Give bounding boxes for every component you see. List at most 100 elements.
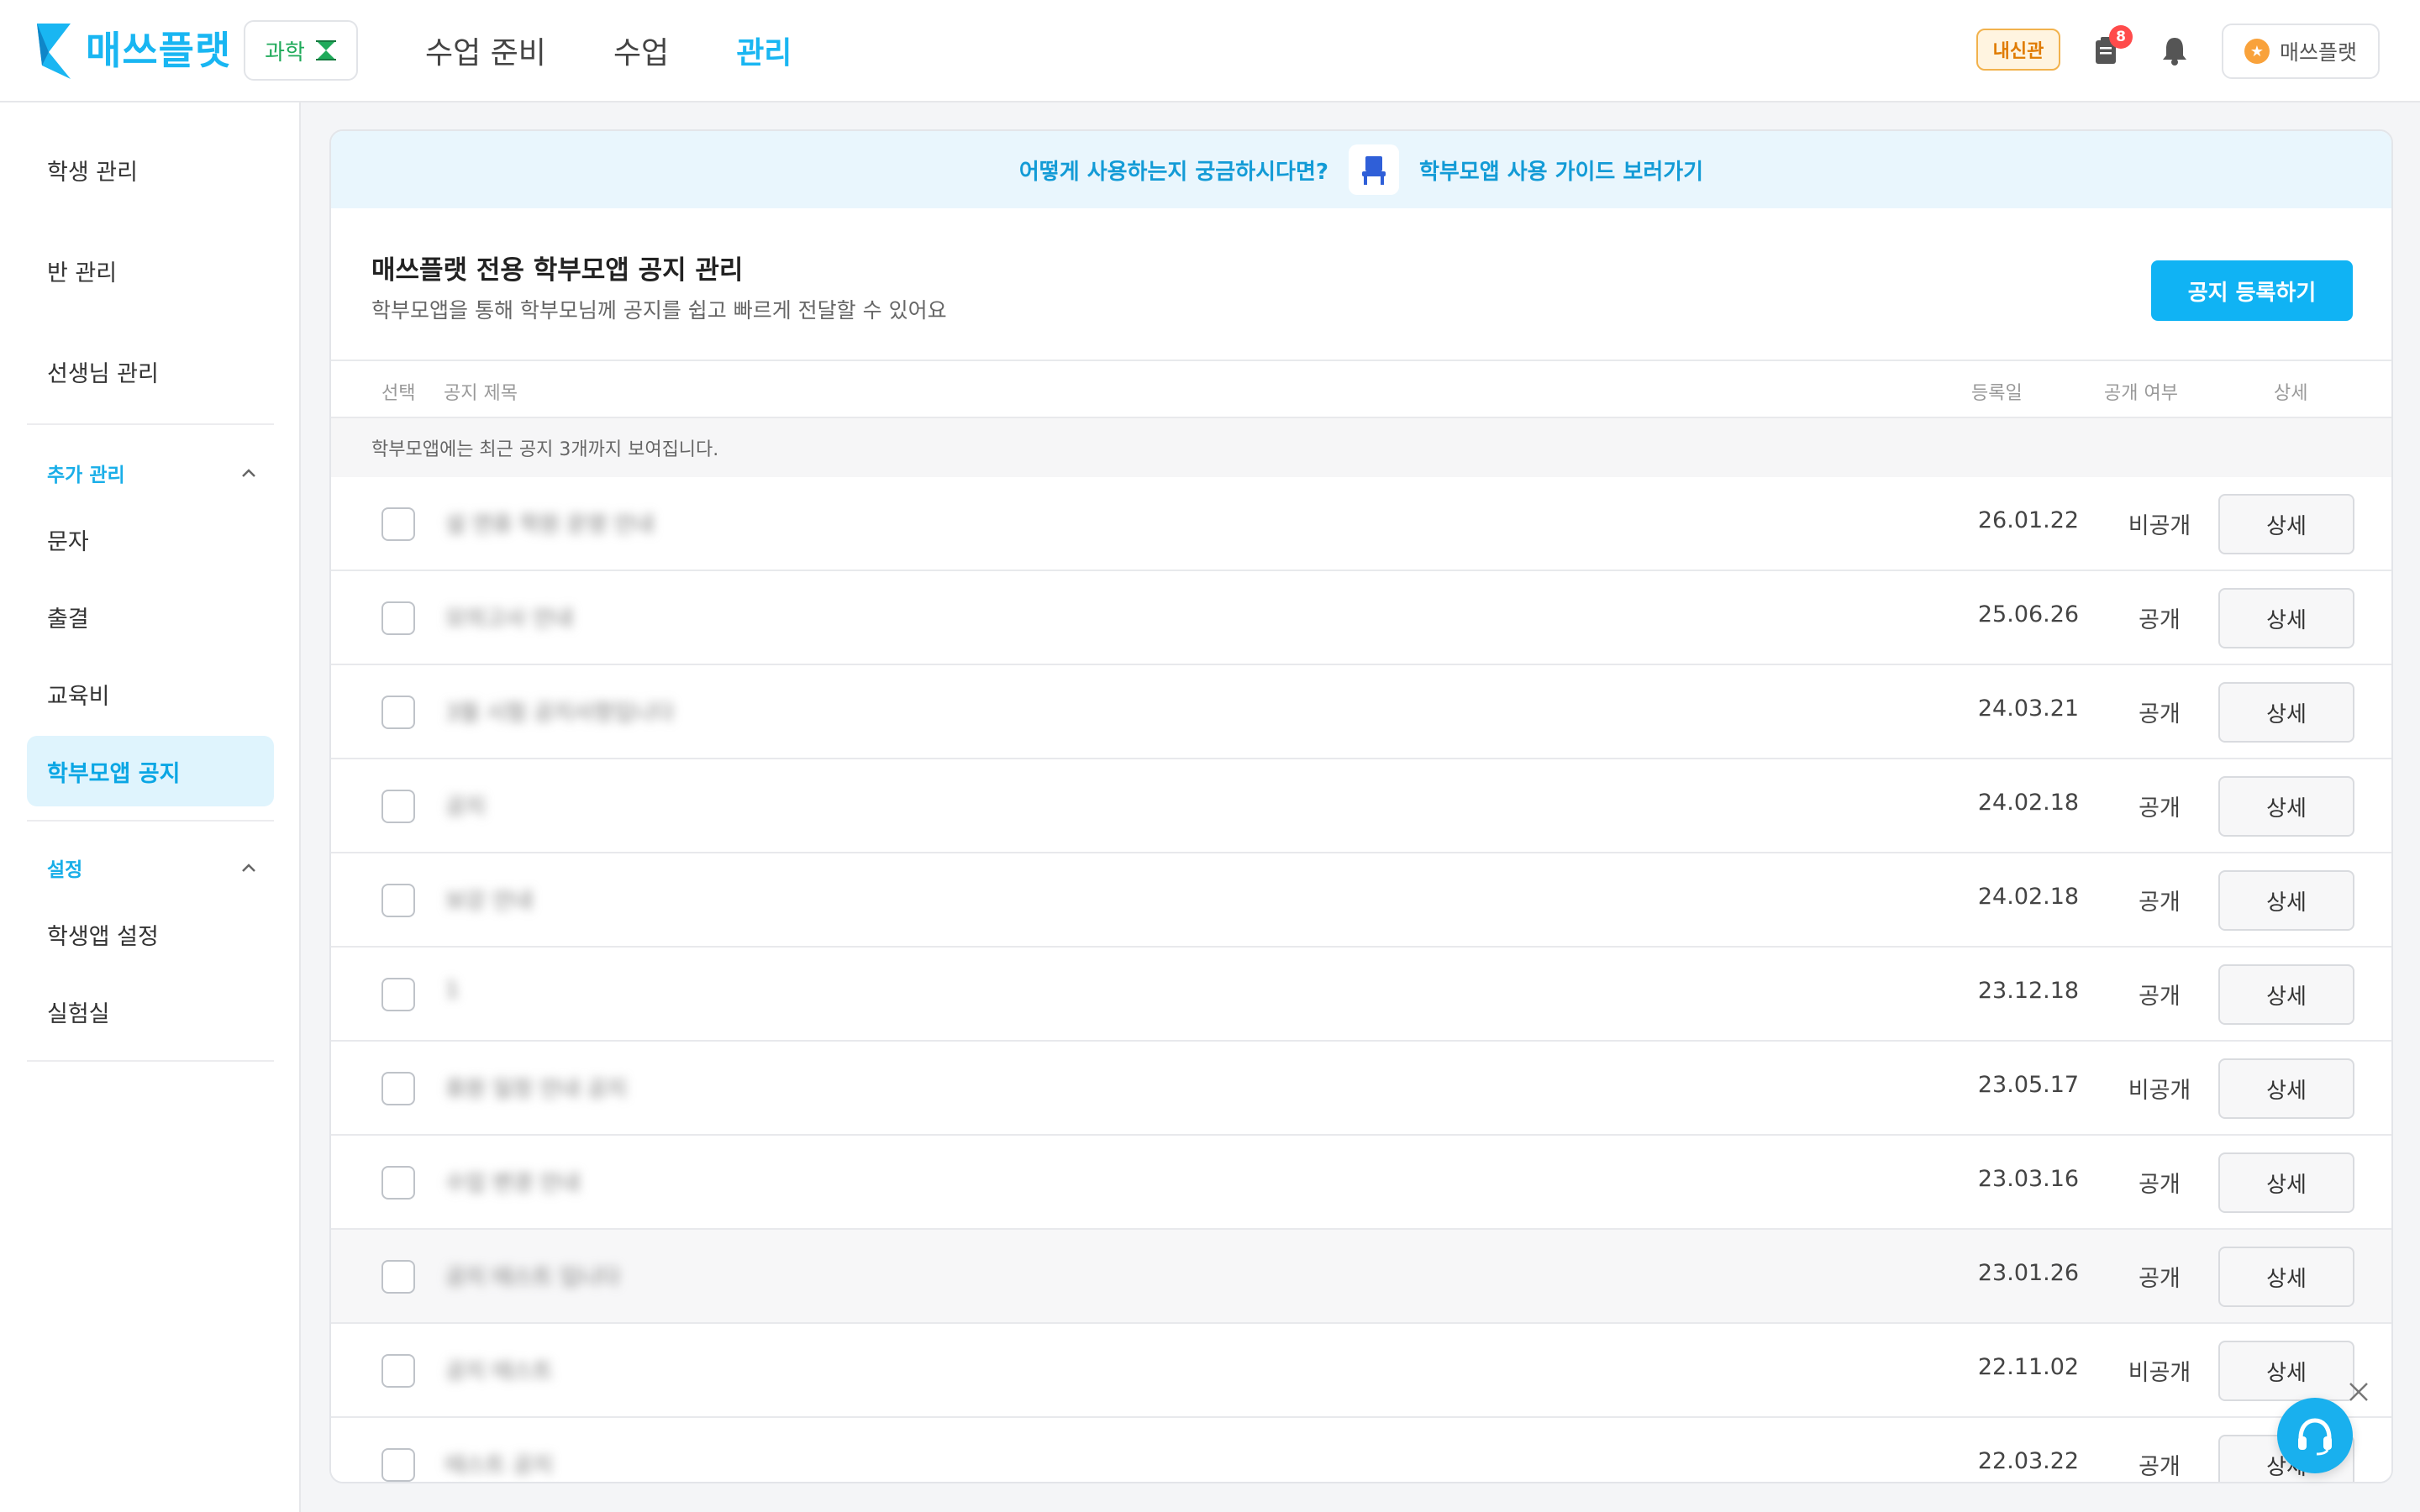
table-row[interactable]: 3월 시험 공지사항입니다 24.03.21 공개 상세	[331, 665, 2391, 759]
detail-button[interactable]: 상세	[2218, 964, 2354, 1025]
row-date: 22.03.22	[1977, 1448, 2080, 1474]
sidebar-divider	[27, 423, 274, 425]
brand-name[interactable]: 매쓰플랫	[86, 25, 231, 76]
detail-button[interactable]: 상세	[2218, 1058, 2354, 1119]
table-row[interactable]: 테스트 공지 22.03.22 공개 상세	[331, 1418, 2391, 1482]
table-row[interactable]: 수업 변경 안내 23.03.16 공개 상세	[331, 1136, 2391, 1230]
table-row[interactable]: 모의고사 안내 25.06.26 공개 상세	[331, 571, 2391, 665]
row-checkbox[interactable]	[381, 696, 415, 729]
row-date: 23.12.18	[1977, 978, 2080, 1004]
row-title[interactable]: 휴원 일정 안내 공지	[445, 1072, 627, 1103]
table-row[interactable]: 설 연휴 학원 운영 안내 26.01.22 비공개 상세	[331, 477, 2391, 571]
bell-icon[interactable]	[2158, 34, 2191, 67]
sidebar-item-teachers[interactable]: 선생님 관리	[27, 336, 274, 407]
close-icon[interactable]	[2346, 1379, 2371, 1404]
row-checkbox[interactable]	[381, 884, 415, 917]
row-date: 22.11.02	[1977, 1354, 2080, 1380]
column-date[interactable]: 등록일	[1971, 378, 2023, 405]
sidebar-group-settings-label: 설정	[47, 859, 83, 881]
guide-link[interactable]: 학부모앱 사용 가이드 보러가기	[1419, 155, 1703, 186]
sidebar-item-attendance[interactable]: 출결	[27, 581, 274, 652]
row-title[interactable]: 1	[445, 978, 460, 1003]
detail-button[interactable]: 상세	[2218, 682, 2354, 743]
sidebar-item-students[interactable]: 학생 관리	[27, 134, 274, 205]
table-row[interactable]: 보강 안내 24.02.18 공개 상세	[331, 853, 2391, 948]
detail-button[interactable]: 상세	[2218, 588, 2354, 648]
guide-banner[interactable]: 어떻게 사용하는지 궁금하시다면? 학부모앱 사용 가이드 보러가기	[331, 131, 2391, 208]
sidebar-divider	[27, 820, 274, 822]
sidebar-item-parent-app-notice[interactable]: 학부모앱 공지	[27, 736, 274, 806]
row-checkbox[interactable]	[381, 1448, 415, 1482]
row-title[interactable]: 보강 안내	[445, 884, 533, 915]
profile-button[interactable]: ★ 매쓰플랫	[2222, 24, 2380, 79]
detail-button[interactable]: 상세	[2218, 494, 2354, 554]
row-checkbox[interactable]	[381, 978, 415, 1011]
table-row[interactable]: 휴원 일정 안내 공지 23.05.17 비공개 상세	[331, 1042, 2391, 1136]
row-title[interactable]: 공지 테스트 입니다	[445, 1260, 620, 1291]
customer-support-button[interactable]	[2277, 1398, 2353, 1473]
subject-label: 과학	[265, 39, 305, 66]
row-title[interactable]: 모의고사 안내	[445, 601, 573, 633]
row-public-status: 공개	[2139, 1172, 2181, 1198]
top-header: 매쓰플랫 과학 수업 준비 수업 관리 내신관 8 ★ 매쓰플랫	[0, 0, 2420, 102]
row-title[interactable]: 공지	[445, 790, 486, 821]
mathflat-logo-icon[interactable]	[37, 24, 71, 79]
row-checkbox[interactable]	[381, 601, 415, 635]
notice-management-card: 어떻게 사용하는지 궁금하시다면? 학부모앱 사용 가이드 보러가기 매쓰플랫 …	[329, 129, 2393, 1483]
sidebar-divider	[27, 1060, 274, 1062]
row-checkbox[interactable]	[381, 790, 415, 823]
table-row[interactable]: 공지 테스트 22.11.02 비공개 상세	[331, 1324, 2391, 1418]
row-date: 23.05.17	[1977, 1072, 2080, 1098]
nav-management[interactable]: 관리	[736, 29, 792, 72]
register-notice-button[interactable]: 공지 등록하기	[2151, 260, 2353, 321]
sidebar-item-classes[interactable]: 반 관리	[27, 235, 274, 306]
table-row[interactable]: 공지 24.02.18 공개 상세	[331, 759, 2391, 853]
row-public-status: 공개	[2139, 701, 2181, 727]
table-header: 선택 공지 제목 등록일 공개 여부 상세	[331, 360, 2391, 418]
row-title[interactable]: 설 연휴 학원 운영 안내	[445, 507, 654, 538]
sidebar-item-lab[interactable]: 실험실	[27, 976, 274, 1047]
page-subtitle: 학부모앱을 통해 학부모님께 공지를 쉽고 빠르게 전달할 수 있어요	[371, 298, 947, 323]
row-title[interactable]: 공지 테스트	[445, 1354, 553, 1385]
headset-icon	[2298, 1418, 2332, 1456]
page-title: 매쓰플랫 전용 학부모앱 공지 관리	[371, 255, 744, 286]
row-title[interactable]: 테스트 공지	[445, 1448, 553, 1479]
row-checkbox[interactable]	[381, 1166, 415, 1200]
row-public-status: 비공개	[2128, 1360, 2191, 1386]
row-public-status: 공개	[2139, 1266, 2181, 1292]
detail-button[interactable]: 상세	[2218, 1341, 2354, 1401]
column-select: 선택	[381, 383, 416, 404]
hourglass-icon	[315, 40, 336, 60]
detail-button[interactable]: 상세	[2218, 1152, 2354, 1213]
sidebar-group-settings[interactable]: 설정	[47, 853, 257, 882]
row-public-status: 비공개	[2128, 1078, 2191, 1104]
row-date: 24.02.18	[1977, 884, 2080, 910]
row-date: 26.01.22	[1977, 507, 2080, 533]
row-checkbox[interactable]	[381, 1354, 415, 1388]
detail-button[interactable]: 상세	[2218, 870, 2354, 931]
table-row[interactable]: 1 23.12.18 공개 상세	[331, 948, 2391, 1042]
detail-button[interactable]: 상세	[2218, 1247, 2354, 1307]
table-row[interactable]: 공지 테스트 입니다 23.01.26 공개 상세	[331, 1230, 2391, 1324]
chair-icon	[1348, 144, 1399, 195]
notification-count-badge: 8	[2109, 25, 2133, 49]
row-checkbox[interactable]	[381, 1072, 415, 1105]
subject-selector[interactable]: 과학	[244, 20, 358, 81]
chevron-up-icon	[242, 864, 255, 872]
naesin-button[interactable]: 내신관	[1976, 29, 2060, 71]
guide-question: 어떻게 사용하는지 궁금하시다면?	[1018, 159, 1328, 185]
row-checkbox[interactable]	[381, 1260, 415, 1294]
sidebar-item-tuition[interactable]: 교육비	[27, 659, 274, 729]
nav-class-prep[interactable]: 수업 준비	[425, 29, 546, 72]
row-date: 23.03.16	[1977, 1166, 2080, 1192]
sidebar-item-student-app-settings[interactable]: 학생앱 설정	[27, 899, 274, 969]
row-checkbox[interactable]	[381, 507, 415, 541]
nav-class[interactable]: 수업	[613, 29, 669, 72]
column-detail: 상세	[2274, 383, 2308, 404]
row-title[interactable]: 수업 변경 안내	[445, 1166, 580, 1197]
row-title[interactable]: 3월 시험 공지사항입니다	[445, 696, 674, 727]
row-date: 23.01.26	[1977, 1260, 2080, 1286]
detail-button[interactable]: 상세	[2218, 776, 2354, 837]
sidebar-item-sms[interactable]: 문자	[27, 504, 274, 575]
sidebar-group-extra[interactable]: 추가 관리	[47, 459, 257, 487]
